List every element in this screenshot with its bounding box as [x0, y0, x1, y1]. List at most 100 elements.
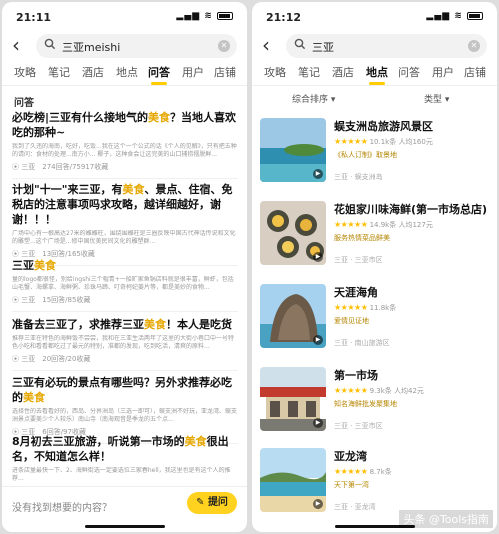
ask-bar: 没有找到想要的内容？ ✎ 提问	[2, 486, 247, 520]
play-icon: ▶	[313, 169, 323, 179]
search-query: 三亚meishi	[62, 41, 121, 54]
qa-title: 必吃榜|三亚有什么接地气的美食？当地人喜欢吃的那种~	[12, 111, 237, 139]
qa-meta: ⦿ 三亚 274回答/75917收藏	[12, 163, 109, 171]
qa-title: 准备去三亚了，求推荐三亚美食！本人是吃货	[12, 318, 232, 331]
home-indicator	[84, 525, 165, 528]
status-time: 21:11	[16, 11, 52, 24]
qa-item[interactable]: 必吃榜|三亚有什么接地气的美食？当地人喜欢吃的那种~ 我到了久违的海南，吃好，吃…	[12, 110, 238, 179]
place-tag: 爱情见证地	[334, 317, 369, 325]
status-bar: 21:12 ▂▄▆ ≋	[252, 2, 497, 28]
place-area: 三亚 · 三亚市区	[334, 422, 383, 430]
clear-icon[interactable]: ✕	[218, 40, 230, 52]
watermark: 头条 @Tools指南	[399, 510, 493, 528]
place-thumbnail: ▶	[260, 448, 326, 512]
tab-place[interactable]: 地点	[366, 64, 388, 85]
qa-snippet: 进条店量最快一下、2、海鲜街选一定要选位三家春hell，我这里也是有这个人的推荐…	[12, 467, 231, 482]
star-rating-icon: ★★★★★	[334, 303, 368, 312]
tab-place[interactable]: 地点	[116, 64, 138, 80]
tab-qa[interactable]: 问答	[148, 64, 170, 85]
tab-shop[interactable]: 店铺	[464, 64, 486, 80]
qa-title: 计划"十一"来三亚，有美食、景点、住宿、免税店的注意事项吗求攻略，越详细越好，谢…	[12, 183, 233, 226]
place-name: 天涯海角	[334, 286, 378, 299]
status-time: 21:12	[266, 11, 302, 24]
qa-snippet: 量的logo都很怪，别给ingshi三个帽青+一船旷家鱼锅店料就是很丰富，鲜虾，…	[12, 276, 234, 291]
tab-guide[interactable]: 攻略	[264, 64, 286, 80]
place-name: 第一市场	[334, 369, 378, 382]
tab-bar: 攻略 笔记 酒店 地点 问答 用户 店铺	[2, 62, 247, 86]
place-area: 三亚 · 蜈支洲岛	[334, 173, 383, 181]
qa-meta: ⦿ 三亚 20回答/20收藏	[12, 355, 91, 363]
star-rating-icon: ★★★★★	[334, 220, 368, 229]
place-rating: ★★★★★ 14.9k条 人均127元	[334, 220, 433, 229]
place-name: 蜈支洲岛旅游风景区	[334, 120, 433, 133]
place-card[interactable]: ▶ 花姐家川味海鲜(第一市场总店) ★★★★★ 14.9k条 人均127元 服务…	[260, 201, 490, 279]
place-card[interactable]: ▶ 蜈支洲岛旅游风景区 ★★★★★ 10.1k条 人均160元 《私人订制》取景…	[260, 118, 490, 196]
search-input[interactable]: 三亚 ✕	[286, 34, 487, 58]
qa-snippet: 选择性的去看看好的，西岛、分界洲岛（三选一即可），蜈支洲不好玩，亚龙湾、蜈支洲景…	[12, 408, 238, 423]
ask-prompt: 没有找到想要的内容？	[12, 503, 112, 514]
play-icon: ▶	[313, 499, 323, 509]
tab-shop[interactable]: 店铺	[214, 64, 236, 80]
place-rating: ★★★★★ 10.1k条 人均160元	[334, 137, 433, 146]
qa-title: 三亚有必玩的景点有哪些吗？另外求推荐必吃的美食	[12, 376, 232, 404]
qa-item[interactable]: 8月初去三亚旅游，听说第一市场的美食很出名，不知道怎么样！ 进条店量最快一下、2…	[12, 434, 238, 483]
play-icon: ▶	[313, 335, 323, 345]
place-tag: 知名海鲜批发聚集地	[334, 400, 397, 408]
search-row: ‹ 三亚meishi ✕	[2, 32, 247, 60]
place-thumbnail: ▶	[260, 367, 326, 431]
search-icon	[294, 38, 306, 50]
signal-wifi-battery-icon: ▂▄▆ ≋	[426, 11, 483, 21]
place-name: 花姐家川味海鲜(第一市场总店)	[334, 203, 488, 216]
ask-button[interactable]: ✎ 提问	[187, 492, 237, 514]
tab-user[interactable]: 用户	[182, 64, 204, 80]
qa-meta: ⦿ 三亚 15回答/85收藏	[12, 296, 91, 304]
place-thumbnail: ▶	[260, 284, 326, 348]
play-icon: ▶	[313, 418, 323, 428]
place-name: 亚龙湾	[334, 450, 367, 463]
clear-icon[interactable]: ✕	[468, 40, 480, 52]
tab-notes[interactable]: 笔记	[48, 64, 70, 80]
place-tag: 服务热情菜品鲜美	[334, 234, 390, 242]
place-card[interactable]: ▶ 第一市场 ★★★★★ 9.3k条 人均42元 知名海鲜批发聚集地 三亚 · …	[260, 367, 490, 445]
place-thumbnail: ▶	[260, 201, 326, 265]
tab-guide[interactable]: 攻略	[14, 64, 36, 80]
place-card[interactable]: ▶ 天涯海角 ★★★★★ 11.8k条 爱情见证地 三亚 · 南山旅游区	[260, 284, 490, 362]
status-bar: 21:11 ▂▄▆ ≋	[2, 2, 247, 28]
section-title: 问答	[14, 98, 34, 109]
signal-wifi-battery-icon: ▂▄▆ ≋	[176, 11, 233, 21]
star-rating-icon: ★★★★★	[334, 137, 368, 146]
place-rating: ★★★★★ 8.7k条	[334, 467, 392, 476]
star-rating-icon: ★★★★★	[334, 467, 368, 476]
search-input[interactable]: 三亚meishi ✕	[36, 34, 237, 58]
qa-title: 8月初去三亚旅游，听说第一市场的美食很出名，不知道怎么样！	[12, 435, 229, 463]
tab-hotel[interactable]: 酒店	[82, 64, 104, 80]
sort-dropdown[interactable]: 综合排序 ▾	[292, 92, 335, 105]
right-phone-screen: 21:12 ▂▄▆ ≋ ‹ 三亚 ✕ 攻略 笔记 酒店 地点 问答 用户 店铺 …	[252, 2, 497, 532]
place-tag: 天下第一湾	[334, 481, 369, 489]
left-phone-screen: 21:11 ▂▄▆ ≋ ‹ 三亚meishi ✕ 攻略 笔记 酒店 地点 问答 …	[2, 2, 247, 532]
back-arrow-icon[interactable]: ‹	[12, 34, 20, 56]
tab-hotel[interactable]: 酒店	[332, 64, 354, 80]
search-row: ‹ 三亚 ✕	[252, 32, 497, 60]
tab-bar: 攻略 笔记 酒店 地点 问答 用户 店铺	[252, 62, 497, 86]
qa-snippet: 广场中心有一根高达27米的雕雕柱，围绕围雕柱是三圈反映中国古代神话传说和文化的雕…	[12, 230, 236, 245]
place-area: 三亚 · 南山旅游区	[334, 339, 390, 347]
place-rating: ★★★★★ 11.8k条	[334, 303, 397, 312]
qa-item[interactable]: 三亚美食 量的logo都很怪，别给ingshi三个帽青+一船旷家鱼锅店料就是很丰…	[12, 258, 238, 312]
type-dropdown[interactable]: 类型 ▾	[424, 92, 449, 105]
place-thumbnail: ▶	[260, 118, 326, 182]
tab-notes[interactable]: 笔记	[298, 64, 320, 80]
qa-title: 三亚美食	[12, 259, 56, 272]
qa-item[interactable]: 计划"十一"来三亚，有美食、景点、住宿、免税店的注意事项吗求攻略，越详细越好，谢…	[12, 182, 238, 266]
place-rating: ★★★★★ 9.3k条 人均42元	[334, 386, 424, 395]
tab-user[interactable]: 用户	[432, 64, 454, 80]
qa-snippet: 我到了久违的海南，吃好，吃饭...我在这个一个公式的话《个人的见解》，只有把五种…	[12, 143, 237, 158]
play-icon: ▶	[313, 252, 323, 262]
qa-item[interactable]: 准备去三亚了，求推荐三亚美食！本人是吃货 推荐三亚在特色的海鲜饭不尝尝，我和在三…	[12, 317, 238, 371]
back-arrow-icon[interactable]: ‹	[262, 34, 270, 56]
qa-snippet: 推荐三亚在特色的海鲜饭不尝尝，我和在三亚生活两年了这里的大街小巷口中一号特色小吃…	[12, 335, 235, 350]
place-area: 三亚 · 三亚市区	[334, 256, 383, 264]
tab-qa[interactable]: 问答	[398, 64, 420, 80]
search-query: 三亚	[312, 41, 334, 54]
filter-row: 综合排序 ▾ 类型 ▾	[252, 92, 497, 106]
